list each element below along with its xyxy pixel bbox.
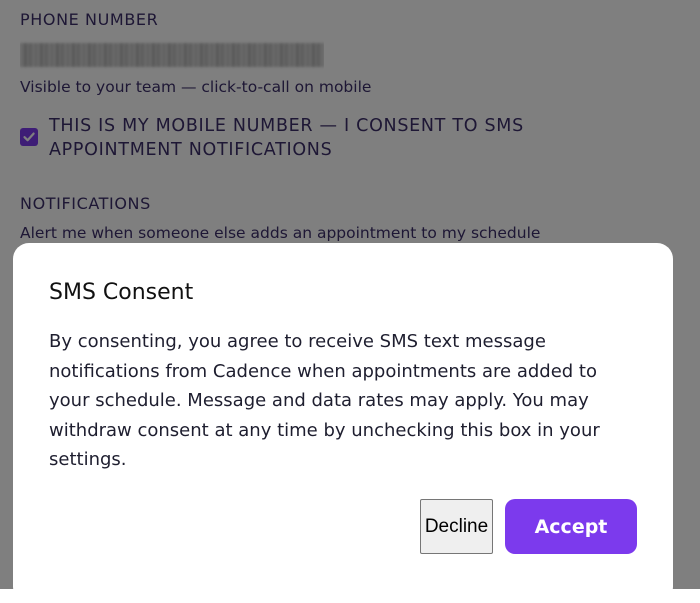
sms-consent-modal: SMS Consent By consenting, you agree to …: [13, 243, 673, 603]
decline-button[interactable]: Decline: [420, 499, 493, 554]
accept-button[interactable]: Accept: [505, 499, 637, 554]
modal-body-text: By consenting, you agree to receive SMS …: [49, 331, 600, 470]
modal-title: SMS Consent: [49, 280, 194, 305]
